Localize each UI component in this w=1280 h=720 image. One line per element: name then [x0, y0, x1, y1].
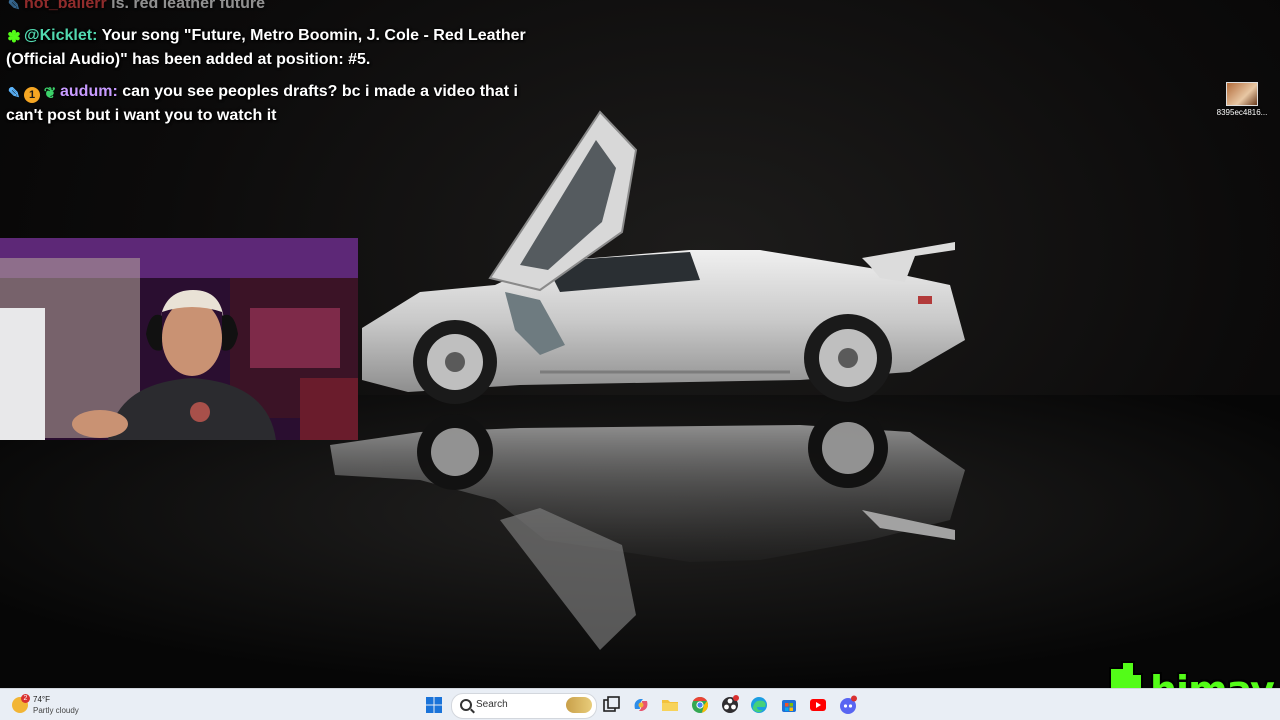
chat-username: hot_ballerr — [24, 0, 107, 12]
discord-icon[interactable] — [838, 695, 858, 715]
obs-icon[interactable] — [720, 695, 740, 715]
chat-username: audum: — [60, 83, 118, 100]
windows-start-icon[interactable] — [424, 695, 444, 715]
file-explorer-icon[interactable] — [660, 695, 680, 715]
desktop-file-icon[interactable]: 8395ec4816... — [1214, 82, 1270, 117]
task-view-icon[interactable] — [601, 695, 621, 715]
chat-text: is. red leather future — [111, 0, 265, 12]
weather-temp: 74°F — [33, 695, 50, 704]
chat-message: ✽ @Kicklet: Your song "Future, Metro Boom… — [6, 24, 526, 72]
chat-overlay: ✎ hot_ballerr is. red leather future ✽ @Ki… — [6, 0, 526, 136]
desktop-file-label: 8395ec4816... — [1216, 108, 1268, 117]
leaf-badge-icon: ❦ — [43, 85, 57, 102]
car-silhouette — [362, 110, 965, 404]
search-icon — [460, 699, 472, 711]
weather-alert-badge: 2 — [21, 694, 30, 703]
pin-badge-icon: ✎ — [7, 85, 21, 102]
rank-one-badge-icon: 1 — [24, 87, 40, 103]
chat-message: ✎ hot_ballerr is. red leather future — [6, 0, 526, 16]
weather-condition: Partly cloudy — [33, 706, 79, 715]
bot-badge-icon: ✽ — [7, 29, 21, 46]
webcam-feed — [0, 238, 358, 440]
webcam-scene — [0, 238, 358, 440]
microsoft-store-icon[interactable] — [779, 695, 799, 715]
search-highlight-icon — [566, 697, 592, 713]
chat-message: ✎ 1 ❦ audum: can you see peoples drafts? bc… — [6, 80, 526, 128]
taskbar-search[interactable]: Search — [451, 693, 597, 719]
copilot-icon[interactable] — [631, 695, 651, 715]
chat-username: @Kicklet: — [24, 27, 98, 44]
youtube-icon[interactable] — [808, 695, 828, 715]
image-thumbnail-icon — [1226, 82, 1258, 106]
pin-badge-icon: ✎ — [7, 0, 21, 14]
search-placeholder: Search — [476, 699, 508, 710]
edge-icon[interactable] — [749, 695, 769, 715]
stream-screen: ✎ hot_ballerr is. red leather future ✽ @Ki… — [0, 0, 1280, 720]
taskbar: 2 74°F Partly cloudy Search — [0, 688, 1280, 720]
chrome-icon[interactable] — [690, 695, 710, 715]
